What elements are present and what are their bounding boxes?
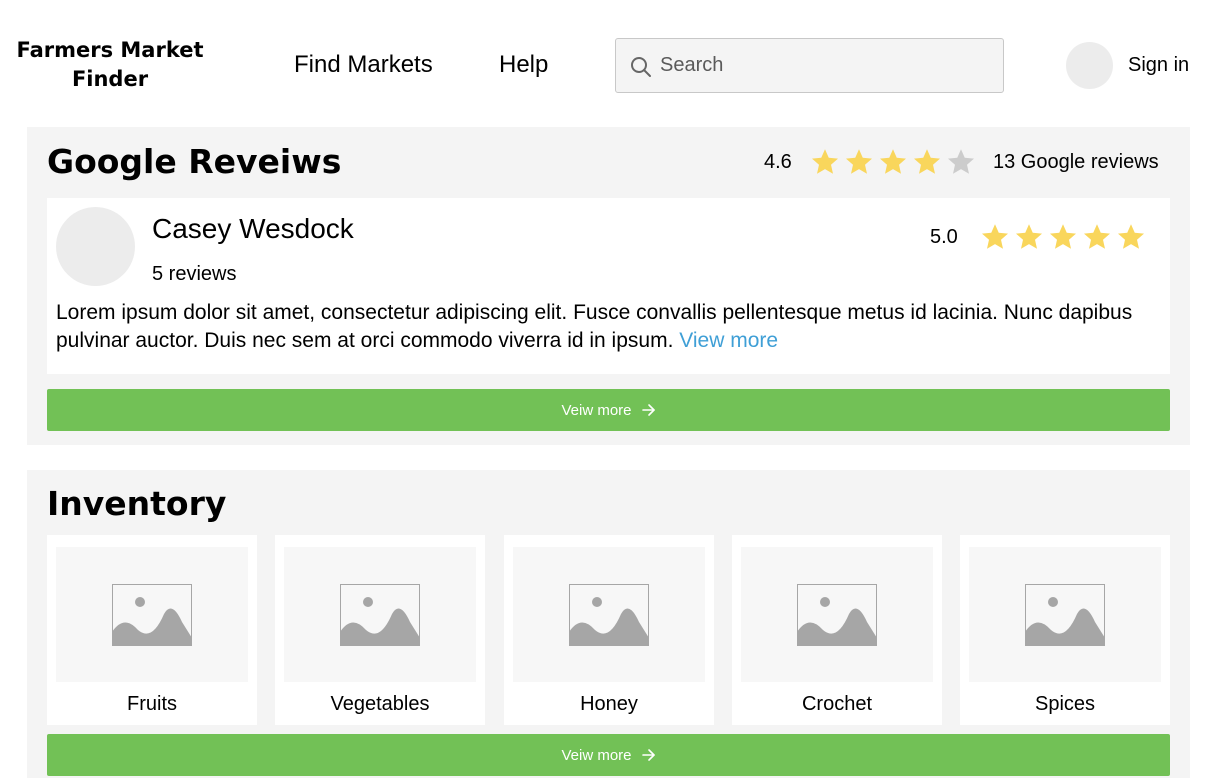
inventory-image <box>284 547 476 682</box>
search-icon <box>631 57 651 77</box>
reviews-view-more-button[interactable]: Veiw more <box>47 389 1170 431</box>
logo-line-2: Finder <box>71 67 149 91</box>
inventory-view-more-button[interactable]: Veiw more <box>47 734 1170 776</box>
review-text: Lorem ipsum dolor sit amet, consectetur … <box>56 299 1156 355</box>
inventory-label: Spices <box>1034 693 1096 715</box>
inventory-card-fruits[interactable]: Fruits <box>47 535 257 725</box>
inventory-title: Inventory <box>47 484 227 523</box>
average-rating: 4.6 <box>764 150 792 173</box>
inventory-image <box>741 547 933 682</box>
inventory-card-honey[interactable]: Honey <box>504 535 714 725</box>
search-input[interactable] <box>660 39 990 92</box>
inventory-grid: Fruits Vegetables Honey Crochet Spices <box>47 535 1170 725</box>
reviewer-avatar <box>56 207 135 286</box>
reviews-summary: 4.6 13 Google reviews <box>764 147 1159 177</box>
reviewer-review-count: 5 reviews <box>152 263 237 285</box>
reviews-button-label: Veiw more <box>561 401 632 419</box>
image-placeholder-icon <box>797 584 877 646</box>
reviews-title: Google Reveiws <box>47 142 342 181</box>
inventory-card-vegetables[interactable]: Vegetables <box>275 535 485 725</box>
star-icon <box>846 149 872 174</box>
inventory-label: Fruits <box>127 693 177 715</box>
arrow-right-icon <box>641 749 655 761</box>
image-placeholder-icon <box>1025 584 1105 646</box>
reviewer-name: Casey Wesdock <box>152 213 354 244</box>
summary-star-rating <box>808 147 978 177</box>
image-placeholder-icon <box>340 584 420 646</box>
inventory-image <box>56 547 248 682</box>
inventory-image <box>969 547 1161 682</box>
star-icon <box>880 149 906 174</box>
nav-find-markets[interactable]: Find Markets <box>294 50 433 80</box>
google-review-count[interactable]: 13 Google reviews <box>993 151 1159 174</box>
image-placeholder-icon <box>112 584 192 646</box>
user-avatar[interactable] <box>1066 42 1113 89</box>
sign-in-link[interactable]: Sign in <box>1128 53 1189 77</box>
star-icon <box>982 224 1008 249</box>
search-box[interactable] <box>615 38 1004 93</box>
arrow-right-icon <box>641 404 655 416</box>
image-placeholder-icon <box>569 584 649 646</box>
review-card: Casey Wesdock 5 reviews 5.0 Lorem ipsum … <box>47 198 1170 374</box>
review-view-more-link[interactable]: View more <box>679 329 778 352</box>
inventory-card-crochet[interactable]: Crochet <box>732 535 942 725</box>
star-icon <box>1084 224 1110 249</box>
star-icon <box>812 149 838 174</box>
star-icon <box>1118 224 1144 249</box>
star-icon <box>948 149 974 174</box>
google-reviews-panel: Google Reveiws 4.6 13 Google reviews Cas… <box>27 127 1190 445</box>
inventory-button-label: Veiw more <box>561 746 632 764</box>
star-icon <box>1050 224 1076 249</box>
review-rating: 5.0 <box>930 222 1148 252</box>
inventory-label: Honey <box>580 693 638 715</box>
inventory-panel: Inventory Fruits Vegetables Honey Croche… <box>27 470 1190 778</box>
review-body: Lorem ipsum dolor sit amet, consectetur … <box>56 301 1133 352</box>
review-rating-value: 5.0 <box>930 225 958 248</box>
inventory-label: Vegetables <box>330 693 430 715</box>
inventory-image <box>513 547 705 682</box>
review-star-rating <box>978 222 1148 252</box>
inventory-card-spices[interactable]: Spices <box>960 535 1170 725</box>
inventory-label: Crochet <box>801 693 873 715</box>
star-icon <box>914 149 940 174</box>
star-icon <box>1016 224 1042 249</box>
nav-help[interactable]: Help <box>499 50 548 80</box>
logo-line-1: Farmers Market <box>16 38 204 62</box>
app-logo[interactable]: Farmers Market Finder <box>16 36 204 94</box>
